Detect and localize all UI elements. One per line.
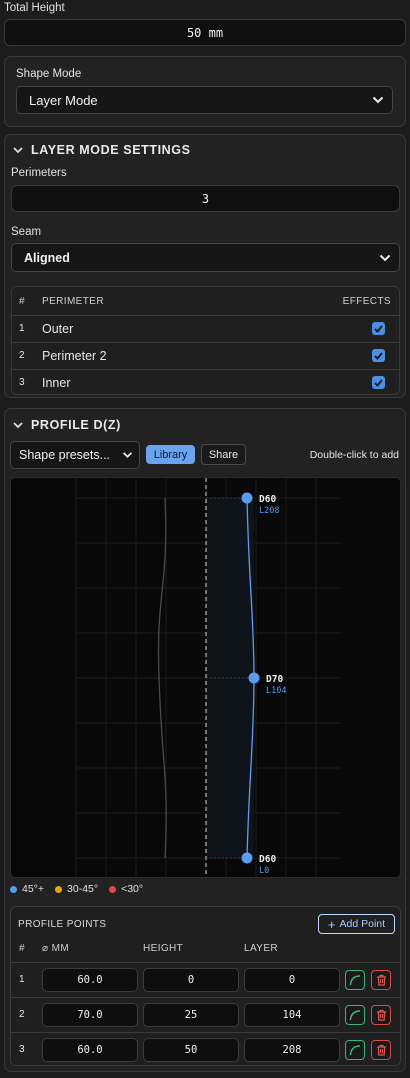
graph-point-label-d: D70 [266, 674, 283, 685]
graph-point-label-l: L104 [266, 686, 286, 696]
col-perimeter-header: PERIMETER [42, 296, 104, 307]
total-height-input[interactable]: 50 mm [4, 19, 406, 46]
graph-point-label-d: D60 [259, 494, 276, 505]
legend-item: 45°+ [10, 883, 44, 895]
shape-presets-select[interactable]: Shape presets... [10, 441, 140, 469]
col-diameter-header: ⌀ MM [42, 943, 70, 954]
table-row: 2 Perimeter 2 [12, 343, 399, 369]
shape-presets-value: Shape presets... [19, 448, 111, 462]
delete-button[interactable] [371, 1040, 391, 1060]
row-perimeter-name: Inner [42, 376, 71, 390]
diameter-input[interactable]: 70.0 [42, 1003, 138, 1027]
share-button[interactable]: Share [201, 444, 246, 465]
total-height-label: Total Height [4, 2, 65, 14]
profile-header[interactable]: PROFILE D(Z) [13, 418, 121, 432]
row-num: 3 [19, 1044, 25, 1055]
shape-mode-value: Layer Mode [29, 92, 98, 108]
trash-icon [376, 974, 386, 986]
table-row: 1 Outer [12, 316, 399, 342]
layer-mode-settings-header[interactable]: LAYER MODE SETTINGS [13, 143, 191, 157]
trash-icon [376, 1044, 386, 1056]
profile-points-title: PROFILE POINTS [18, 919, 107, 930]
curve-icon [349, 1010, 361, 1021]
row-num: 1 [19, 974, 25, 985]
graph-hint: Double-click to add [309, 449, 399, 461]
seam-value: Aligned [24, 250, 70, 265]
graph-point-bottom[interactable]: D60 L0 [241, 852, 277, 877]
chevron-down-icon [122, 452, 133, 458]
legend-item: <30° [109, 883, 143, 895]
delete-button[interactable] [371, 1005, 391, 1025]
perimeters-label: Perimeters [11, 167, 67, 179]
graph-point-label-d: D60 [259, 854, 276, 865]
row-perimeter-name: Perimeter 2 [42, 349, 107, 363]
curve-button[interactable] [345, 1005, 365, 1025]
profile-title: PROFILE D(Z) [31, 418, 121, 432]
slope-legend: 45°+ 30-45° <30° [10, 883, 143, 895]
seam-label: Seam [11, 226, 42, 238]
profile-graph-canvas[interactable]: D60 L208 D70 L104 D60 L0 [11, 478, 401, 878]
layer-mode-settings-title: LAYER MODE SETTINGS [31, 143, 191, 157]
layer-mode-settings-panel: LAYER MODE SETTINGS Perimeters 3 Seam Al… [4, 134, 406, 398]
curve-button[interactable] [345, 970, 365, 990]
chevron-down-icon [379, 254, 391, 261]
legend-item: 30-45° [55, 883, 98, 895]
effects-checkbox[interactable] [372, 376, 385, 389]
profile-panel: PROFILE D(Z) Shape presets... Library Sh… [4, 408, 406, 1072]
profile-graph[interactable]: D60 L208 D70 L104 D60 L0 [10, 477, 401, 878]
perimeters-input[interactable]: 3 [11, 185, 400, 212]
curve-icon [349, 1045, 361, 1056]
legend-dot-icon [109, 885, 117, 893]
table-row: 3 Inner [12, 370, 399, 396]
shape-mode-select[interactable]: Layer Mode [16, 86, 393, 114]
curve-button[interactable] [345, 1040, 365, 1060]
seam-select[interactable]: Aligned [11, 243, 400, 272]
height-input[interactable]: 0 [143, 968, 239, 992]
height-input[interactable]: 50 [143, 1038, 239, 1062]
table-row: 2 70.0 25 104 [11, 998, 400, 1032]
legend-dot-icon [55, 885, 63, 893]
graph-point-label-l: L0 [259, 866, 269, 876]
trash-icon [376, 1009, 386, 1021]
layer-input[interactable]: 0 [244, 968, 340, 992]
profile-points-panel: PROFILE POINTS + Add Point # ⌀ MM HEIGHT… [10, 906, 401, 1066]
col-num-header: # [19, 296, 25, 307]
add-point-button[interactable]: + Add Point [318, 914, 395, 934]
layer-input[interactable]: 208 [244, 1038, 340, 1062]
effects-checkbox[interactable] [372, 349, 385, 362]
table-row: 3 60.0 50 208 [11, 1033, 400, 1067]
legend-dot-icon [10, 885, 17, 893]
graph-point-label-l: L208 [259, 506, 279, 516]
effects-checkbox[interactable] [372, 322, 385, 335]
curve-icon [349, 975, 361, 986]
perimeter-table: # PERIMETER EFFECTS 1 Outer 2 Perimeter … [11, 286, 400, 395]
layer-input[interactable]: 104 [244, 1003, 340, 1027]
row-num: 3 [19, 377, 25, 388]
height-input[interactable]: 25 [143, 1003, 239, 1027]
row-num: 2 [19, 350, 25, 361]
diameter-input[interactable]: 60.0 [42, 968, 138, 992]
row-num: 2 [19, 1009, 25, 1020]
table-row: 1 60.0 0 0 [11, 963, 400, 997]
library-button[interactable]: Library [146, 445, 195, 464]
shape-mode-panel: Shape Mode Layer Mode [4, 56, 406, 127]
collapse-chevron-icon [13, 422, 23, 429]
col-layer-header: LAYER [244, 943, 279, 954]
col-height-header: HEIGHT [143, 943, 184, 954]
row-perimeter-name: Outer [42, 322, 74, 336]
col-num-header: # [19, 943, 25, 954]
plus-icon: + [327, 916, 336, 932]
diameter-input[interactable]: 60.0 [42, 1038, 138, 1062]
row-num: 1 [19, 323, 25, 334]
col-effects-header: EFFECTS [342, 296, 391, 307]
chevron-down-icon [372, 96, 384, 104]
shape-mode-label: Shape Mode [16, 68, 82, 80]
delete-button[interactable] [371, 970, 391, 990]
collapse-chevron-icon [13, 147, 23, 154]
